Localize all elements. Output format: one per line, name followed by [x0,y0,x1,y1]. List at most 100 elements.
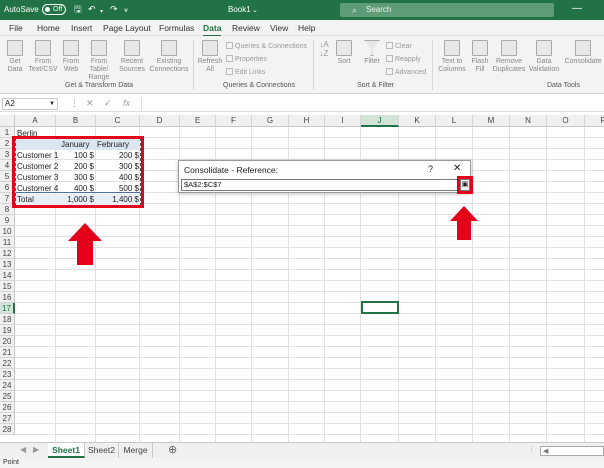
row-header-13[interactable]: 13 [0,259,15,270]
sort-az-button[interactable]: ↓A ↓Z [317,40,331,58]
add-sheet-icon[interactable]: ⊕ [168,443,177,456]
from-text-csv-button[interactable]: From Text/CSV [28,40,58,74]
remove-duplicates-button[interactable]: Remove Duplicates [492,40,526,74]
row-header-20[interactable]: 20 [0,336,15,347]
existing-connections-button[interactable]: Existing Connections [148,40,190,74]
row-header-9[interactable]: 9 [0,215,15,226]
flash-fill-button[interactable]: Flash Fill [469,40,491,74]
filter-button[interactable]: Filter [361,40,383,66]
row-header-26[interactable]: 26 [0,402,15,413]
row-header-24[interactable]: 24 [0,380,15,391]
row-header-22[interactable]: 22 [0,358,15,369]
properties-button[interactable]: Properties [226,55,267,64]
get-data-button[interactable]: Get Data [4,40,26,74]
autosave-toggle[interactable]: Off [42,4,66,15]
next-sheet-icon[interactable]: ▶ [33,445,39,454]
row-header-16[interactable]: 16 [0,292,15,303]
edit-links-button[interactable]: Edit Links [226,68,265,77]
column-header-h[interactable]: H [289,115,325,127]
row-header-25[interactable]: 25 [0,391,15,402]
data-validation-button[interactable]: Data Validation [527,40,561,74]
reference-input[interactable]: $A$2:$C$7 [181,179,460,191]
column-header-p[interactable]: P [585,115,604,127]
column-header-g[interactable]: G [252,115,289,127]
menu-review[interactable]: Review [232,23,260,33]
menu-home[interactable]: Home [37,23,60,33]
menu-data[interactable]: Data [203,23,222,37]
prev-sheet-icon[interactable]: ◀ [20,445,26,454]
row-header-19[interactable]: 19 [0,325,15,336]
minimize-icon[interactable]: — [572,3,582,15]
split-handle-icon[interactable]: ⋮ [528,445,535,453]
column-header-i[interactable]: I [325,115,361,127]
column-header-l[interactable]: L [436,115,473,127]
menu-help[interactable]: Help [298,23,315,33]
from-web-button[interactable]: From Web [60,40,82,74]
gridline-vertical [472,127,473,442]
row-header-23[interactable]: 23 [0,369,15,380]
column-header-e[interactable]: E [180,115,216,127]
row-header-15[interactable]: 15 [0,281,15,292]
column-header-j[interactable]: J [361,115,399,127]
menu-insert[interactable]: Insert [71,23,92,33]
row-header-17[interactable]: 17 [0,303,15,314]
formula-input[interactable] [141,98,601,110]
search-box[interactable]: ⌕ Search [340,3,554,17]
workbook-menu-chevron-icon[interactable]: ⌄ [252,6,258,16]
row-header-28[interactable]: 28 [0,424,15,435]
enter-icon[interactable]: ✓ [104,98,112,109]
queries-connections-button[interactable]: Queries & Connections [226,42,307,51]
close-icon[interactable]: ✕ [453,163,461,174]
sort-button[interactable]: Sort [333,40,355,66]
row-header-10[interactable]: 10 [0,226,15,237]
column-header-f[interactable]: F [216,115,252,127]
column-header-d[interactable]: D [140,115,180,127]
text-to-columns-button[interactable]: Text to Columns [437,40,467,74]
column-header-k[interactable]: K [399,115,436,127]
name-box[interactable]: A2 ▼ [2,98,58,110]
active-cell-cursor[interactable] [361,301,399,314]
from-table-range-button[interactable]: From Table/ Range [82,40,116,82]
gridline-horizontal [15,214,604,215]
redo-icon[interactable]: ↷ [110,4,118,14]
reapply-button[interactable]: Reapply [386,55,421,64]
gridline-horizontal [15,280,604,281]
select-all-corner[interactable] [0,115,15,127]
gridline-horizontal [15,269,604,270]
horizontal-scrollbar[interactable]: ◀ [540,446,604,456]
row-header-11[interactable]: 11 [0,237,15,248]
column-header-c[interactable]: C [96,115,140,127]
insert-function-icon[interactable]: fx [123,98,130,108]
clear-button[interactable]: Clear [386,42,412,51]
sort-icon [336,40,352,56]
row-header-12[interactable]: 12 [0,248,15,259]
undo-icon[interactable]: ↶ [88,4,96,14]
cancel-icon[interactable]: ✕ [86,98,94,109]
row-header-21[interactable]: 21 [0,347,15,358]
column-header-a[interactable]: A [15,115,56,127]
column-header-o[interactable]: O [547,115,585,127]
row-header-18[interactable]: 18 [0,314,15,325]
tab-sheet1[interactable]: Sheet1 [48,443,85,458]
column-header-m[interactable]: M [473,115,510,127]
row-header-14[interactable]: 14 [0,270,15,281]
row-header-27[interactable]: 27 [0,413,15,424]
gridline-horizontal [15,335,604,336]
refresh-all-button[interactable]: Refresh All [197,40,223,74]
advanced-button[interactable]: Advanced [386,68,426,77]
tab-sheet2[interactable]: Sheet2 [85,443,119,458]
menu-view[interactable]: View [270,23,288,33]
column-header-n[interactable]: N [510,115,547,127]
save-icon[interactable]: 🖫 [74,4,82,14]
scroll-left-icon[interactable]: ◀ [543,447,548,455]
consolidate-button[interactable]: Consolidate [562,40,604,66]
menu-file[interactable]: File [9,23,23,33]
menu-page-layout[interactable]: Page Layout [103,23,151,33]
menu-formulas[interactable]: Formulas [159,23,194,33]
tab-merge[interactable]: Merge [119,443,153,458]
column-header-b[interactable]: B [56,115,96,127]
customize-toolbar-icon[interactable]: ⩛ [124,6,128,16]
undo-dropdown-icon[interactable]: ▾ [100,7,103,17]
help-icon[interactable]: ? [428,164,433,174]
recent-sources-button[interactable]: Recent Sources [118,40,146,74]
